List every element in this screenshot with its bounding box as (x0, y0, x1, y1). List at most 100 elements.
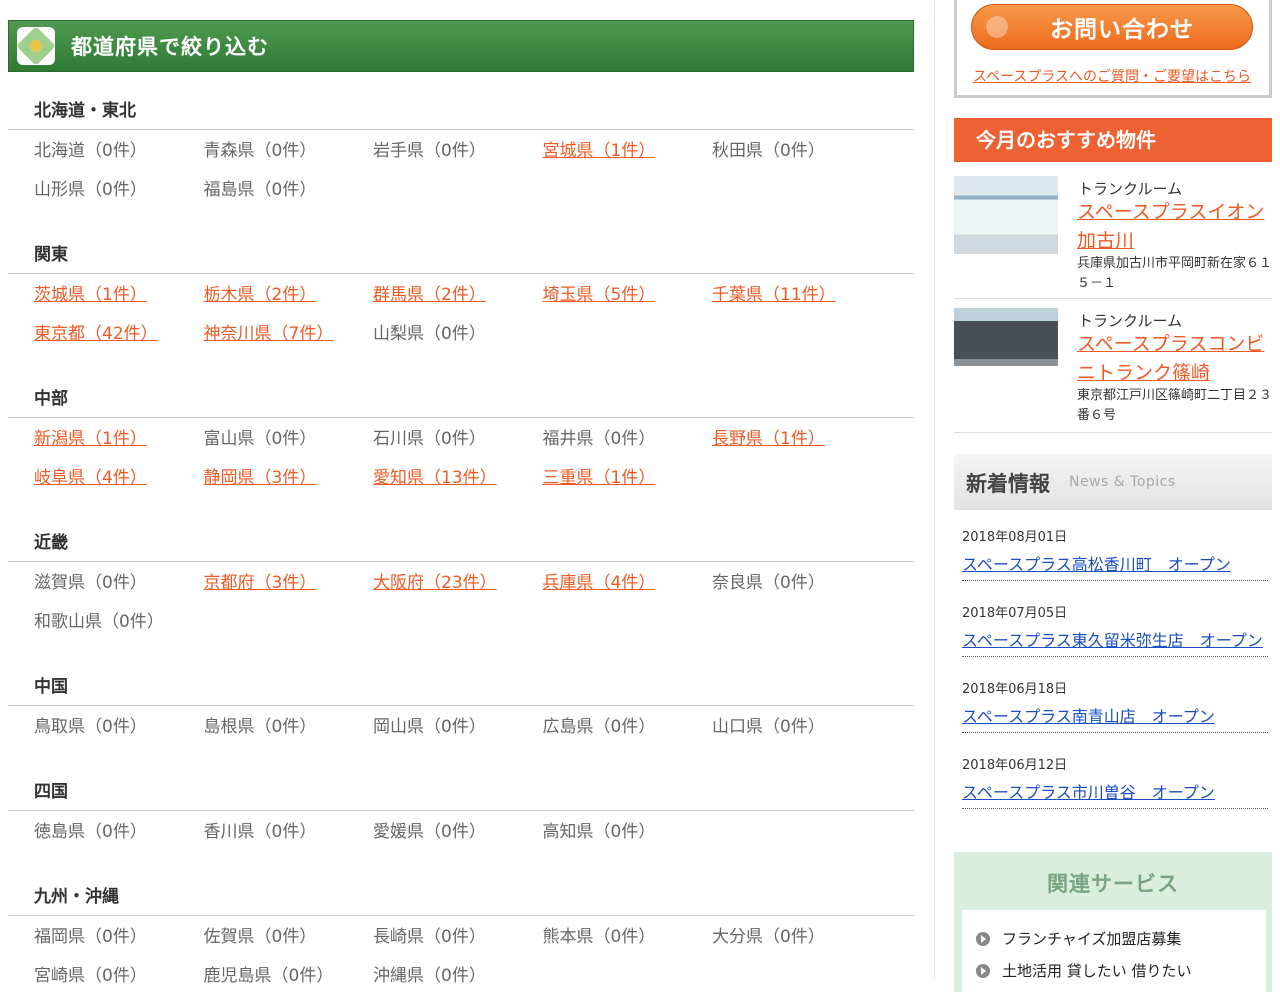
region-section: 九州・沖縄 福岡県（0件） 佐賀県（0件） 長崎県（0件） 熊本県（0件） 大分県（0件）… (8, 882, 914, 1002)
region-heading: 近畿 (34, 533, 68, 553)
prefecture-link[interactable]: 愛知県（13件） (373, 468, 497, 488)
prefecture-link[interactable]: 京都府（3件） (204, 573, 317, 593)
related-title: 関連サービス (1047, 872, 1179, 896)
prefecture-cell: 神奈川県（7件） (204, 321, 374, 360)
property-photo[interactable] (954, 308, 1058, 366)
contact-button[interactable]: お問い合わせ (971, 4, 1253, 50)
prefecture-cell: 静岡県（3件） (204, 465, 374, 504)
related-item[interactable]: 土地活用 貸したい 借りたい (976, 960, 1192, 981)
arrow-bullet-icon (976, 931, 990, 946)
prefecture-link: 徳島県（0件） (34, 822, 147, 842)
prefecture-link[interactable]: 静岡県（3件） (204, 468, 317, 488)
prefecture-link[interactable]: 東京都（42件） (34, 324, 158, 344)
prefecture-cell: 埼玉県（5件） (543, 282, 713, 321)
prefecture-link: 長崎県（0件） (373, 927, 486, 947)
prefecture-cell: 鳥取県（0件） (34, 714, 204, 753)
filter-header: 都道府県で絞り込む (8, 20, 914, 72)
prefecture-link[interactable]: 三重県（1件） (543, 468, 656, 488)
arrow-bullet-icon (976, 963, 990, 978)
prefecture-cell: 山梨県（0件） (373, 321, 543, 360)
prefecture-link: 福島県（0件） (203, 180, 317, 200)
property-link[interactable]: スペースプラスイオン加古川 (1077, 198, 1267, 256)
news-header: 新着情報 News & Topics (954, 454, 1272, 510)
prefecture-filter: 都道府県で絞り込む 北海道・東北 北海道（0件） 青森県（0件） 岩手県（0件） 宮城県… (8, 20, 914, 1002)
prefecture-link: 香川県（0件） (203, 822, 317, 842)
region-list: 北海道・東北 北海道（0件） 青森県（0件） 岩手県（0件） 宮城県（1件） 秋田県（0件… (8, 96, 914, 1002)
prefecture-link[interactable]: 千葉県（11件） (712, 285, 836, 305)
contact-box: お問い合わせ スペースプラスへのご質問・ご要望はこちら (954, 0, 1272, 98)
prefecture-cell: 佐賀県（0件） (204, 924, 374, 963)
prefecture-link[interactable]: 神奈川県（7件） (204, 324, 334, 344)
contact-button-label: お問い合わせ (1050, 17, 1194, 43)
prefecture-cell: 新潟県（1件） (34, 426, 204, 465)
prefecture-cell: 宮城県（1件） (543, 138, 713, 177)
news-item: 2018年06月12日スペースプラス市川曽谷 オープン (962, 754, 1268, 809)
related-list: フランチャイズ加盟店募集 土地活用 貸したい 借りたい (962, 910, 1266, 1000)
prefecture-link: 和歌山県（0件） (34, 612, 164, 632)
news-link[interactable]: スペースプラス南青山店 オープン (962, 703, 1268, 727)
contact-link[interactable]: スペースプラスへのご質問・ご要望はこちら (973, 66, 1251, 86)
prefecture-cell: 千葉県（11件） (712, 282, 882, 321)
prefecture-link: 宮崎県（0件） (34, 966, 147, 986)
prefecture-cell: 茨城県（1件） (34, 282, 204, 321)
prefecture-grid: 滋賀県（0件） 京都府（3件） 大阪府（23件） 兵庫県（4件） 奈良県（0件） 和歌山県… (8, 562, 914, 648)
prefecture-link[interactable]: 長野県（1件） (712, 429, 825, 449)
property-photo[interactable] (954, 176, 1058, 254)
region-heading: 関東 (34, 245, 68, 265)
prefecture-link[interactable]: 大阪府（23件） (373, 573, 497, 593)
prefecture-cell: 山口県（0件） (712, 714, 882, 753)
prefecture-link[interactable]: 岐阜県（4件） (34, 468, 147, 488)
prefecture-cell: 岡山県（0件） (373, 714, 543, 753)
prefecture-grid: 北海道（0件） 青森県（0件） 岩手県（0件） 宮城県（1件） 秋田県（0件） 山形県（0… (8, 130, 914, 216)
prefecture-link[interactable]: 栃木県（2件） (204, 285, 317, 305)
prefecture-link[interactable]: 埼玉県（5件） (543, 285, 656, 305)
prefecture-link[interactable]: 宮城県（1件） (543, 141, 656, 161)
related-item[interactable]: フランチャイズ加盟店募集 (976, 928, 1181, 949)
prefecture-cell: 広島県（0件） (543, 714, 713, 753)
prefecture-link: 岡山県（0件） (373, 717, 486, 737)
news-item: 2018年07月05日 スペースプラス東久留米弥生店 オープン (962, 602, 1268, 657)
prefecture-cell: 群馬県（2件） (373, 282, 543, 321)
prefecture-grid: 茨城県（1件） 栃木県（2件） 群馬県（2件） 埼玉県（5件） 千葉県（11件） 東京都（… (8, 274, 914, 360)
prefecture-cell: 大分県（0件） (712, 924, 882, 963)
region-section: 中国鳥取県（0件） 島根県（0件） 岡山県（0件） 広島県（0件） 山口県（0件） (8, 672, 914, 753)
prefecture-cell: 鹿児島県（0件） (204, 963, 374, 1002)
crossed-tools-icon (16, 26, 56, 66)
news-link[interactable]: スペースプラス市川曽谷 オープン (962, 779, 1268, 803)
region-section: 近畿 滋賀県（0件） 京都府（3件） 大阪府（23件） 兵庫県（4件） 奈良県（0件） 和歌… (8, 528, 914, 648)
prefecture-link[interactable]: 兵庫県（4件） (543, 573, 656, 593)
prefecture-cell: 福岡県（0件） (34, 924, 204, 963)
property-address: 東京都江戸川区篠崎町二丁目２３番６号 (1077, 388, 1273, 423)
prefecture-cell: 山形県（0件） (34, 177, 204, 216)
prefecture-cell: 兵庫県（4件） (543, 570, 713, 609)
prefecture-cell: 岐阜県（4件） (34, 465, 204, 504)
prefecture-link[interactable]: 茨城県（1件） (34, 285, 147, 305)
related-item-label: 土地活用 貸したい 借りたい (1002, 962, 1192, 980)
prefecture-cell: 愛媛県（0件） (373, 819, 543, 858)
prefecture-link[interactable]: 新潟県（1件） (34, 429, 147, 449)
prefecture-link: 福岡県（0件） (34, 927, 147, 947)
recommend-item: トランクルーム スペースプラスコンビニトランク篠崎 東京都江戸川区篠崎町二丁目２… (954, 308, 1272, 433)
region-heading: 中国 (34, 677, 68, 697)
prefecture-cell: 宮崎県（0件） (34, 963, 204, 1002)
prefecture-link: 沖縄県（0件） (373, 966, 486, 986)
related-services: 関連サービス フランチャイズ加盟店募集 土地活用 貸したい 借りたい (954, 852, 1272, 1000)
region-section: 関東茨城県（1件） 栃木県（2件） 群馬県（2件） 埼玉県（5件） 千葉県（11件） 東京… (8, 240, 914, 360)
prefecture-link: 滋賀県（0件） (34, 573, 147, 593)
prefecture-link: 島根県（0件） (203, 717, 317, 737)
news-title: 新着情報 (966, 472, 1050, 496)
prefecture-link[interactable]: 群馬県（2件） (373, 285, 486, 305)
news-date: 2018年06月12日 (962, 758, 1068, 773)
region-heading: 四国 (34, 782, 68, 802)
news-link[interactable]: スペースプラス東久留米弥生店 オープン (962, 627, 1268, 651)
prefecture-grid: 新潟県（1件） 富山県（0件） 石川県（0件） 福井県（0件） 長野県（1件） 岐阜県（4… (8, 418, 914, 504)
property-category: トランクルーム (1078, 312, 1183, 330)
play-icon (986, 16, 1008, 38)
prefecture-cell: 徳島県（0件） (34, 819, 204, 858)
news-date: 2018年06月18日 (962, 682, 1068, 697)
property-link[interactable]: スペースプラスコンビニトランク篠崎 (1077, 330, 1267, 388)
prefecture-cell: 北海道（0件） (34, 138, 204, 177)
news-link[interactable]: スペースプラス高松香川町 オープン (962, 551, 1268, 575)
region-heading: 中部 (34, 389, 68, 409)
prefecture-cell: 三重県（1件） (543, 465, 713, 504)
